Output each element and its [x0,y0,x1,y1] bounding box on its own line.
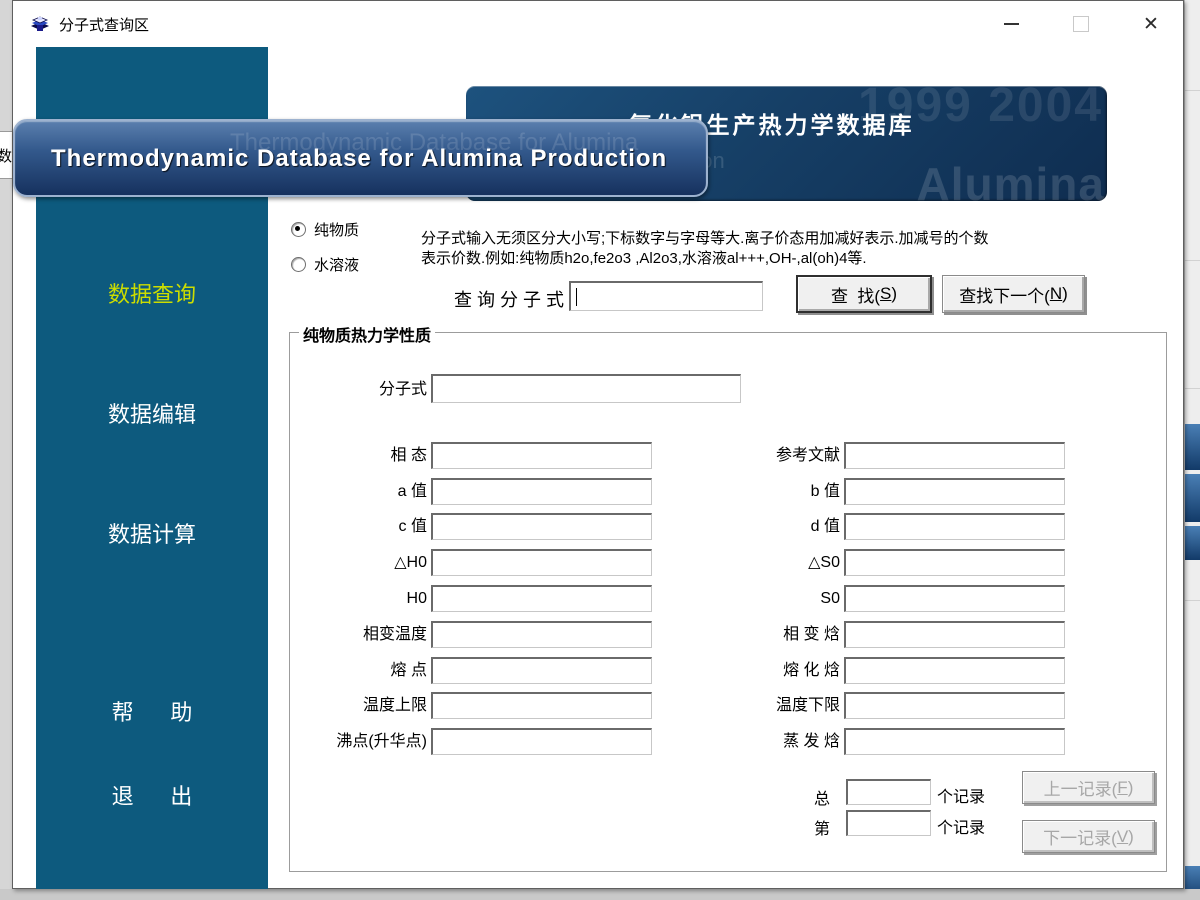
field-label-H0: H0 [290,585,427,612]
transition-enthalpy-field[interactable] [844,621,1065,648]
s0-field[interactable] [844,585,1065,612]
instruction-line-1: 分子式输入无须区分大小写;下标数字与字母等大.离子价态用加减好表示.加减号的个数 [421,229,1121,249]
next-record-button[interactable]: 下一记录(V) [1022,820,1155,853]
temp-upper-field[interactable] [431,692,652,719]
c-value-field[interactable] [431,513,652,540]
sidebar-item-exit[interactable]: 退 出 [36,779,268,811]
background-thumbnail [1185,424,1200,470]
field-label-temp-upper: 温度上限 [290,692,427,719]
app-window: 分子式查询区 ✕ 数据查询 数据编辑 数据计算 帮 助 退 出 1999 200… [12,0,1184,889]
field-label-dH0: △H0 [290,549,427,576]
radio-aqueous-solution[interactable]: 水溶液 [291,254,359,274]
minimize-button[interactable] [988,9,1034,39]
field-label-a: a 值 [290,478,427,505]
field-label-melting-point: 熔 点 [290,657,427,684]
formula-field[interactable] [431,374,741,403]
a-value-field[interactable] [431,478,652,505]
minimize-icon [1004,23,1019,25]
background-thumbnail [1185,526,1200,560]
field-label-fusion-enthalpy: 熔 化 焓 [700,657,840,684]
field-label-temp-lower: 温度下限 [700,692,840,719]
close-button[interactable]: ✕ [1128,9,1174,39]
boiling-point-field[interactable] [431,728,652,755]
field-label-reference: 参考文献 [700,442,840,469]
window-title: 分子式查询区 [59,14,149,35]
previous-record-button[interactable]: 上一记录(F) [1022,771,1155,804]
delta-s0-field[interactable] [844,549,1065,576]
total-records-unit: 个记录 [937,783,985,807]
sidebar-item-data-query[interactable]: 数据查询 [36,277,268,309]
close-icon: ✕ [1143,15,1159,34]
background-fragment: 数 [0,131,12,179]
radio-pure-icon [291,222,306,237]
field-label-transition-enthalpy: 相 变 焓 [700,621,840,648]
field-label-d: d 值 [700,513,840,540]
field-label-S0: S0 [700,585,840,612]
background-thumbnail [1185,474,1200,522]
temp-lower-field[interactable] [844,692,1065,719]
field-label-b: b 值 [700,478,840,505]
total-records-label: 总 [814,785,830,809]
h0-field[interactable] [431,585,652,612]
groupbox-title: 纯物质热力学性质 [299,322,435,346]
record-index-unit: 个记录 [937,814,985,838]
maximize-button[interactable] [1058,9,1104,39]
banner-pill: Thermodynamic Database for Alumina Therm… [13,119,708,197]
find-next-button[interactable]: 查找下一个(N) [942,275,1085,313]
phase-field[interactable] [431,442,652,469]
field-label-c: c 值 [290,513,427,540]
reference-field[interactable] [844,442,1065,469]
field-label-phase: 相 态 [290,442,427,469]
total-records-input[interactable] [846,779,931,805]
field-label-formula: 分子式 [290,376,427,403]
field-label-transition-temp: 相变温度 [290,621,427,648]
fusion-enthalpy-field[interactable] [844,657,1065,684]
record-index-label: 第 [814,815,830,839]
b-value-field[interactable] [844,478,1065,505]
sidebar-item-data-calc[interactable]: 数据计算 [36,517,268,549]
d-value-field[interactable] [844,513,1065,540]
radio-pure-label: 纯物质 [314,219,359,240]
radio-aqueous-label: 水溶液 [314,254,359,275]
desktop-bottom-strip [0,889,1200,900]
query-formula-label: 查 询 分 子 式 [454,286,564,312]
app-icon [29,13,51,35]
text-caret [576,288,577,306]
radio-aqueous-icon [291,257,306,272]
sidebar-item-data-edit[interactable]: 数据编辑 [36,397,268,429]
sidebar-item-help[interactable]: 帮 助 [36,695,268,727]
field-label-boiling-point: 沸点(升华点) [290,728,427,755]
background-window-left: 数 [0,0,12,900]
melting-point-field[interactable] [431,657,652,684]
vapor-enthalpy-field[interactable] [844,728,1065,755]
maximize-icon [1073,16,1089,32]
background-window-right [1184,0,1200,900]
properties-groupbox: 纯物质热力学性质 分子式 相 态 a 值 c 值 △H0 H0 相变温度 熔 点… [289,332,1167,872]
background-fragment-text: 数 [0,145,12,166]
watermark-alumina: Alumina [917,157,1105,201]
instructions: 分子式输入无须区分大小写;下标数字与字母等大.离子价态用加减好表示.加减号的个数… [421,229,1121,269]
record-index-input[interactable] [846,810,931,836]
banner-title-en: Thermodynamic Database for Alumina Produ… [51,145,667,173]
search-button[interactable]: 查 找(S) [796,275,932,313]
query-formula-input[interactable] [569,281,763,311]
field-label-vapor-enthalpy: 蒸 发 焓 [700,728,840,755]
delta-h0-field[interactable] [431,549,652,576]
instruction-line-2: 表示价数.例如:纯物质h2o,fe2o3 ,Al2o3,水溶液al+++,OH-… [421,249,1121,269]
radio-pure-substance[interactable]: 纯物质 [291,219,359,239]
transition-temp-field[interactable] [431,621,652,648]
field-label-dS0: △S0 [700,549,840,576]
titlebar: 分子式查询区 ✕ [13,1,1183,46]
